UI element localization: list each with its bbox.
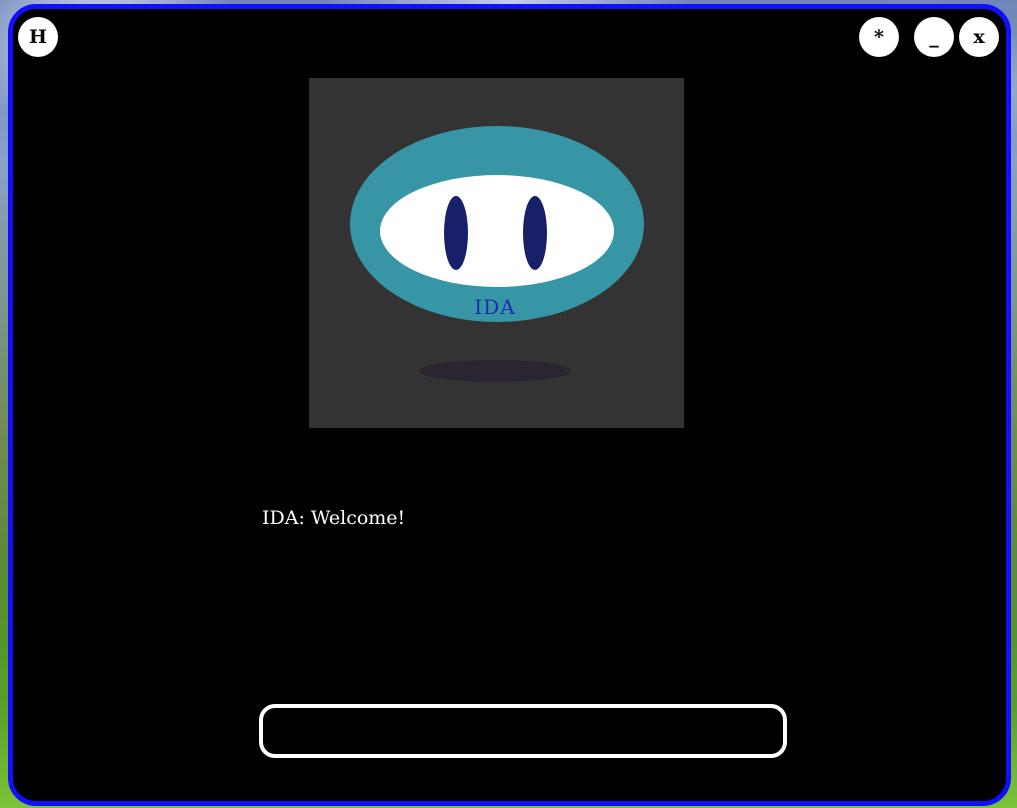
ida-avatar-graphic: IDA	[350, 126, 644, 382]
avatar-left-eye	[444, 196, 468, 270]
chat-message: IDA: Welcome!	[262, 507, 406, 529]
avatar-right-eye	[523, 196, 547, 270]
avatar-panel: IDA	[309, 78, 684, 428]
home-button[interactable]: H	[18, 17, 58, 57]
close-button[interactable]: x	[959, 17, 999, 57]
avatar-face	[380, 175, 614, 287]
minimize-button[interactable]: _	[914, 17, 954, 57]
avatar-logo-text: IDA	[474, 295, 515, 319]
chat-input[interactable]	[259, 704, 787, 758]
app-window: H * _ x IDA IDA: Welcome!	[8, 4, 1011, 806]
avatar-shadow	[419, 360, 571, 382]
settings-button[interactable]: *	[859, 17, 899, 57]
